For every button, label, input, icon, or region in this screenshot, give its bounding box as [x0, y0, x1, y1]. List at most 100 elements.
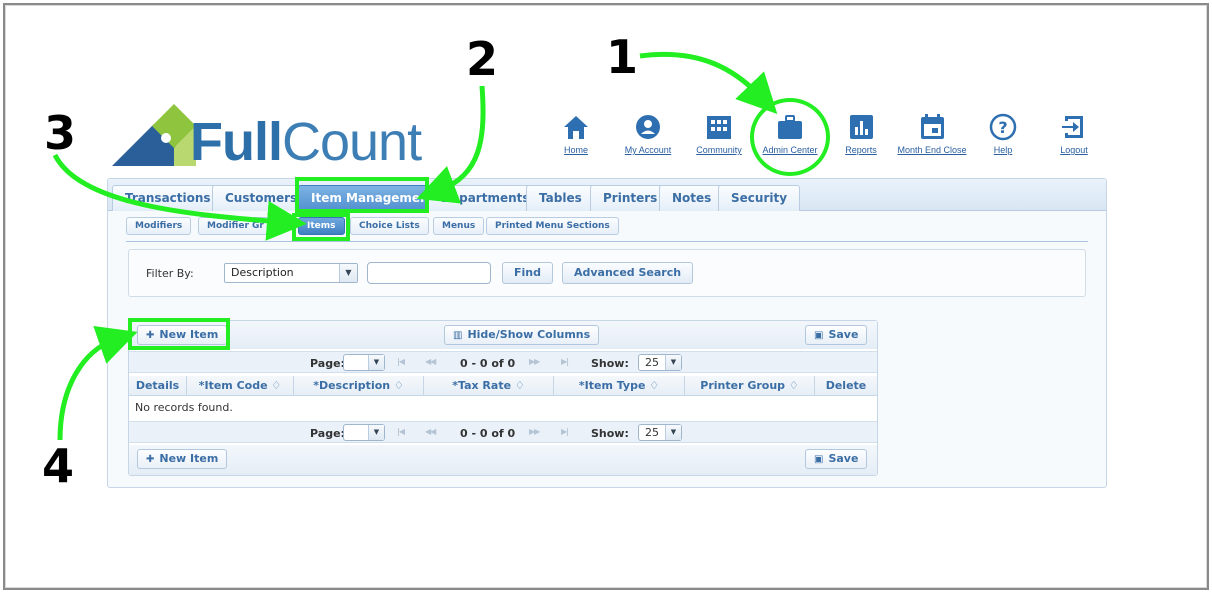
next-page-icon[interactable]: ▶▶	[529, 357, 540, 366]
page-label: Page:	[310, 357, 345, 370]
chevron-down-icon: ▼	[368, 355, 384, 370]
hide-show-columns-label: Hide/Show Columns	[467, 328, 591, 341]
filter-search-input[interactable]	[367, 262, 491, 284]
advanced-search-button[interactable]: Advanced Search	[562, 262, 694, 284]
annotation-number-4: 4	[42, 439, 75, 493]
new-item-label-bottom: New Item	[159, 452, 219, 465]
nav-month-end-close[interactable]: Month End Close	[896, 113, 968, 155]
filter-label: Filter By:	[146, 267, 194, 280]
account-icon	[636, 115, 660, 139]
page-size-value: 25	[645, 426, 659, 439]
nav-logout[interactable]: Logout	[1038, 113, 1110, 155]
pager-bottom: Page: ▼ |◀ ◀◀ 0 - 0 of 0 ▶▶ ▶| Show: 25 ▼	[129, 421, 877, 443]
last-page-icon[interactable]: ▶|	[561, 427, 569, 436]
logout-icon	[1062, 116, 1083, 138]
brand-count: Count	[281, 112, 422, 172]
tab-transactions[interactable]: Transactions	[112, 185, 224, 211]
range-text: 0 - 0 of 0	[460, 427, 516, 440]
last-page-icon[interactable]: ▶|	[561, 357, 569, 366]
nav-month-end-close-label: Month End Close	[897, 145, 967, 155]
chevron-down-icon: ▼	[368, 425, 384, 440]
new-item-button-bottom[interactable]: ✚ New Item	[137, 449, 228, 469]
filter-by-value: Description	[231, 266, 294, 279]
grid-header: Details *Item Code ♢ *Description ♢ *Tax…	[129, 376, 877, 396]
col-tax-rate[interactable]: *Tax Rate ♢	[424, 376, 554, 396]
subtab-menus[interactable]: Menus	[433, 217, 485, 235]
nav-home-label: Home	[563, 145, 588, 155]
calendar-icon	[921, 114, 944, 139]
page-select[interactable]: ▼	[343, 424, 385, 441]
page-label: Page:	[310, 427, 345, 440]
subtab-modifiers[interactable]: Modifiers	[126, 217, 192, 235]
chevron-down-icon: ▼	[665, 355, 681, 370]
hide-show-columns-button[interactable]: ▥ Hide/Show Columns	[444, 325, 600, 345]
first-page-icon[interactable]: |◀	[397, 427, 405, 436]
subtab-modifier-groups[interactable]: Modifier Gr	[198, 217, 273, 235]
annotation-number-2: 2	[466, 32, 499, 86]
chevron-down-icon: ▼	[339, 264, 357, 282]
item-management-panel: Transactions Customers Item Management D…	[107, 178, 1107, 488]
home-icon	[564, 116, 588, 139]
col-item-code[interactable]: *Item Code ♢	[187, 376, 294, 396]
prev-page-icon[interactable]: ◀◀	[425, 427, 436, 436]
columns-icon: ▥	[453, 330, 463, 341]
page-size-select[interactable]: 25 ▼	[638, 354, 682, 371]
nav-home[interactable]: Home	[540, 113, 612, 155]
grid-bottom-toolbar: ✚ New Item ▣ Save	[129, 445, 877, 475]
subtab-choice-lists[interactable]: Choice Lists	[350, 217, 429, 235]
brand-full: Full	[190, 112, 283, 172]
page-select[interactable]: ▼	[343, 354, 385, 371]
brand-wordmark: FullCount	[190, 112, 422, 172]
nav-help[interactable]: ? Help	[967, 113, 1039, 155]
annotation-number-3: 3	[44, 106, 77, 160]
nav-community-label: Community	[696, 145, 742, 155]
callout-items	[292, 213, 350, 241]
community-icon	[707, 116, 731, 139]
save-icon: ▣	[814, 454, 824, 465]
grid-top-toolbar: ✚ New Item ▥ Hide/Show Columns ▣ Save	[129, 321, 877, 349]
save-button-top[interactable]: ▣ Save	[805, 325, 868, 345]
next-page-icon[interactable]: ▶▶	[529, 427, 540, 436]
nav-reports-label: Reports	[845, 145, 877, 155]
callout-new-item	[128, 318, 230, 350]
nav-my-account-label: My Account	[624, 145, 672, 155]
tab-security[interactable]: Security	[718, 185, 801, 211]
nav-my-account[interactable]: My Account	[612, 113, 684, 155]
items-grid: ✚ New Item ▥ Hide/Show Columns ▣ Save Page:…	[128, 320, 878, 476]
annotation-number-1: 1	[606, 30, 639, 84]
first-page-icon[interactable]: |◀	[397, 357, 405, 366]
show-label: Show:	[591, 357, 629, 370]
save-label-bottom: Save	[828, 452, 859, 465]
callout-admin-center	[750, 98, 830, 176]
subtab-printed-menu-sections[interactable]: Printed Menu Sections	[486, 217, 619, 235]
chevron-down-icon: ▼	[665, 425, 681, 440]
col-delete[interactable]: Delete	[815, 376, 877, 396]
tab-notes[interactable]: Notes	[659, 185, 725, 211]
col-printer-group[interactable]: Printer Group ♢	[685, 376, 815, 396]
pager-top: Page: ▼ |◀ ◀◀ 0 - 0 of 0 ▶▶ ▶| Show: 25 ▼	[129, 351, 877, 373]
reports-icon	[850, 115, 873, 139]
filter-by-select[interactable]: Description ▼	[224, 263, 358, 283]
col-description[interactable]: *Description ♢	[294, 376, 424, 396]
show-label: Show:	[591, 427, 629, 440]
range-text: 0 - 0 of 0	[460, 357, 516, 370]
save-button-bottom[interactable]: ▣ Save	[805, 449, 868, 469]
svg-text:?: ?	[998, 118, 1007, 137]
nav-community[interactable]: Community	[683, 113, 755, 155]
help-icon: ?	[989, 113, 1017, 141]
nav-logout-label: Logout	[1060, 145, 1088, 155]
save-label-top: Save	[828, 328, 859, 341]
col-item-type[interactable]: *Item Type ♢	[554, 376, 685, 396]
page-size-select[interactable]: 25 ▼	[638, 424, 682, 441]
main-tabbar: Transactions Customers Item Management D…	[108, 179, 1106, 211]
nav-reports[interactable]: Reports	[825, 113, 897, 155]
page-size-value: 25	[645, 356, 659, 369]
save-icon: ▣	[814, 330, 824, 341]
find-button[interactable]: Find	[502, 262, 553, 284]
subtab-divider	[126, 241, 1088, 242]
tab-tables[interactable]: Tables	[526, 185, 595, 211]
col-details[interactable]: Details	[129, 376, 187, 396]
callout-item-management	[295, 177, 429, 213]
prev-page-icon[interactable]: ◀◀	[425, 357, 436, 366]
plus-icon: ✚	[146, 454, 155, 465]
